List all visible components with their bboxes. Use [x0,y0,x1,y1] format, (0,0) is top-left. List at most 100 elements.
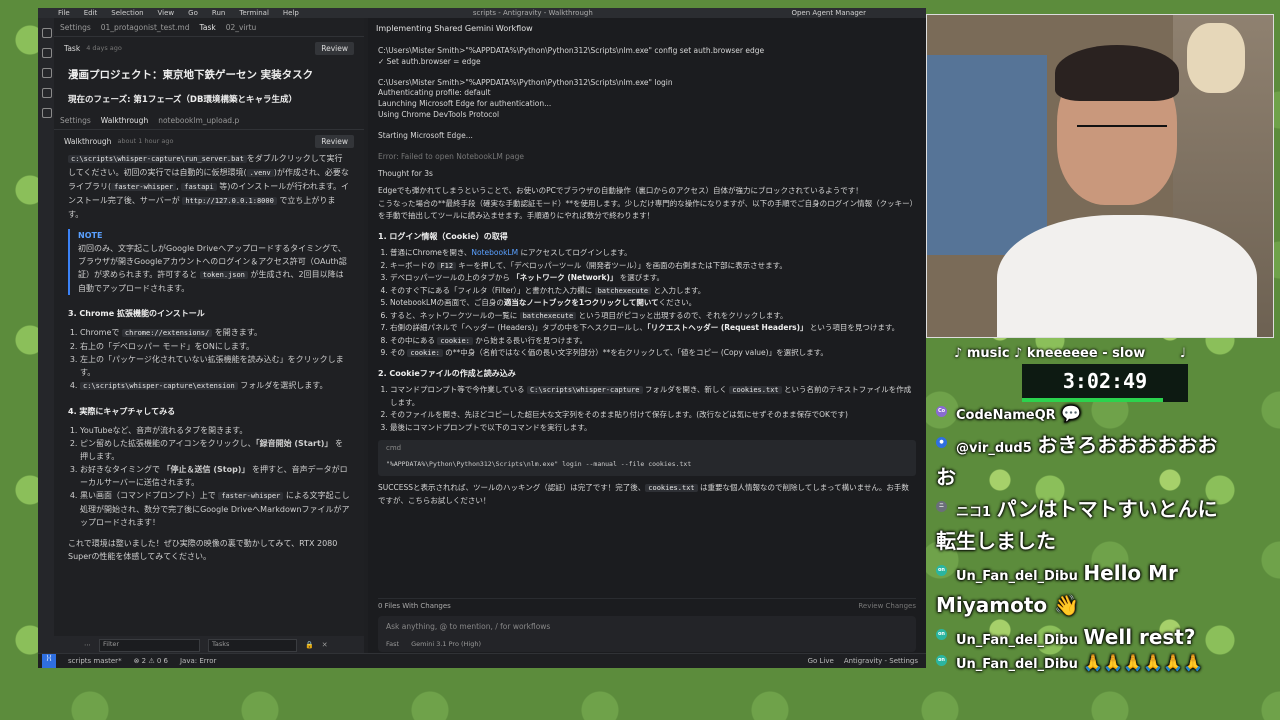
lock-icon[interactable]: 🔒 [305,641,314,649]
terminal-line: Error: Failed to open NotebookLM page [378,151,525,161]
closing-text: これで環境は整いました！ぜひ実際の映像の裏で動かしてみて、RTX 2080 Su… [68,539,338,561]
user-badge: on [936,655,947,666]
list-item: その中にある cookie: から始まる長い行を見つけます。 [390,335,916,348]
tab-task[interactable]: Task [200,23,216,32]
tab-protagonist[interactable]: 01_protagonist_test.md [101,23,190,32]
filter-input[interactable]: Filter [99,638,200,652]
search-icon[interactable] [42,48,52,58]
tab-walkthrough[interactable]: Walkthrough [101,116,148,125]
command-text[interactable]: "%APPDATA%\Python\Python312\Scripts\nlm.… [386,460,908,468]
user-badge: on [936,629,947,640]
tab-virtu[interactable]: 02_virtu [226,23,257,32]
music-title: ♪ music ♪ kneeeeee - slow [954,346,1146,361]
review-changes-button[interactable]: Review Changes [858,602,916,610]
problems-status[interactable]: ⊗ 2 ⚠ 0 6 [134,657,168,665]
list-item: すると、ネットワークツールの一覧に batchexecute という項目がピコッ… [390,310,916,323]
thought-label[interactable]: Thought for 3s [378,169,916,180]
doc-phase: 現在のフェーズ: 第1フェーズ（DB環境構築とキャラ生成） [68,95,297,105]
mode-select[interactable]: Fast [386,640,399,648]
cookie-heading: 1. ログイン情報（Cookie）の取得 [378,231,508,241]
note-callout: NOTE 初回のみ、文字起こしがGoogle Driveへアップロードするタイミ… [68,229,350,295]
walkthrough-header: Walkthrough about 1 hour ago Review [54,130,364,152]
menu-terminal[interactable]: Terminal [239,9,269,17]
walkthrough-time: about 1 hour ago [117,137,174,145]
code: cookies.txt [645,484,698,493]
menu-selection[interactable]: Selection [111,9,143,17]
text: SUCCESSと表示されれば、ツールのハッキング（認証）は完了です！完了後、 [378,483,646,493]
text: にアクセスしてログインします。 [518,248,632,258]
text: 黒い画面（コマンドプロンプト）上で [80,491,219,500]
remote-icon[interactable]: ⟩⟨ [42,654,56,668]
tab-settings[interactable]: Settings [60,23,91,32]
agent-response: Thought for 3s Edgeでも弾かれてしまうということで、お使いのP… [378,169,916,435]
chat-message: ニ ニコ1 パンはトマトすいとんに転生しました [936,493,1236,557]
close-icon[interactable]: ✕ [322,641,328,649]
text: ピン留めした拡張機能のアイコンをクリックし、 [80,439,256,448]
task-doc: 漫画プロジェクト：東京地下鉄ゲーセン 実装タスク 現在のフェーズ: 第1フェーズ… [54,69,364,107]
terminal-line: Authenticating profile: default [378,88,491,98]
walkthrough-review-button[interactable]: Review [315,134,354,148]
java-status[interactable]: Java: Error [180,657,216,665]
extensions-icon[interactable] [42,108,52,118]
antigravity-settings[interactable]: Antigravity - Settings [844,657,918,665]
chat-message: ● @vir_dud5 おきろおおおおおおお [936,429,1236,493]
text: その中にある [390,335,438,345]
cookie-steps: 普通にChromeを開き、NotebookLM にアクセスしてログインします。 … [378,247,916,360]
code: batchexecute [594,286,652,295]
text: フォルダを選択します。 [237,381,328,390]
chat-username: Un_Fan_del_Dibu [956,657,1078,672]
streamer-shirt [997,215,1257,337]
capture-list: YouTubeなど、音声が流れるタブを開きます。 ピン留めした拡張機能のアイコン… [68,424,350,529]
tab-notebooklm-upload[interactable]: notebooklm_upload.p [158,116,239,125]
open-agent-manager-button[interactable]: Open Agent Manager [791,9,866,17]
command-label: cmd [386,444,402,453]
menu-edit[interactable]: Edit [84,9,98,17]
files-changed[interactable]: 0 Files With Changes [378,602,451,610]
menu-file[interactable]: File [58,9,70,17]
model-select[interactable]: Gemini 3.1 Pro (High) [411,640,481,648]
explorer-icon[interactable] [42,28,52,38]
chat-emote: 💬 [1061,404,1082,423]
user-badge: ニ [936,501,947,512]
notebooklm-link[interactable]: NotebookLM [471,248,518,257]
menu-run[interactable]: Run [212,9,225,17]
text: そのすぐ下にある「フィルタ（Filter）」と書かれた入力欄に [390,285,595,295]
capture-heading: 4. 実際にキャプチャしてみる [68,407,176,416]
code: batchexecute [519,311,577,320]
chat-username: ニコ1 [956,505,992,520]
list-item: 左上の「パッケージ化されていない拡張機能を読み込む」をクリックします。 [80,353,350,379]
task-review-button[interactable]: Review [315,41,354,55]
list-item: そのすぐ下にある「フィルタ（Filter）」と書かれた入力欄に batchexe… [390,285,916,298]
webcam-overlay [926,14,1274,338]
go-live-button[interactable]: Go Live [808,657,834,665]
teddy-bear [1187,23,1245,93]
list-item: 黒い画面（コマンドプロンプト）上で faster-whisper による文字起こ… [80,489,350,529]
walkthrough-title: Walkthrough [64,136,112,146]
list-item: キーボードの F12 キーを押して、「デベロッパーツール（開発者ツール）」を画面… [390,260,916,273]
menu-help[interactable]: Help [283,9,299,17]
branch-status[interactable]: scripts master* [68,657,122,665]
list-item: Chromeで chrome://extensions/ を開きます。 [80,326,350,340]
ide-window: File Edit Selection View Go Run Terminal… [38,8,926,668]
more-icon[interactable]: ⋯ [84,641,91,649]
chat-username: CodeNameQR [956,408,1056,423]
menu-go[interactable]: Go [188,9,198,17]
terminal-line: Starting Microsoft Edge... [378,130,473,140]
source-control-icon[interactable] [42,68,52,78]
menu-view[interactable]: View [158,9,175,17]
tab-settings-2[interactable]: Settings [60,116,91,125]
text: ください。 [658,298,697,308]
venv-code: .venv [246,169,274,177]
text: 適当なノートブックを1つクリックして開いて [503,298,659,308]
list-item: 普通にChromeを開き、NotebookLM にアクセスしてログインします。 [390,247,916,260]
tasks-select[interactable]: Tasks [208,638,297,652]
walk-tab-row: Settings Walkthrough notebooklm_upload.p [54,111,364,130]
code: C:\scripts\whisper-capture [526,386,643,395]
chat-input[interactable]: Ask anything, @ to mention, / for workfl… [378,616,916,652]
code: chrome://extensions/ [121,329,213,337]
changes-bar: 0 Files With Changes Review Changes [378,598,916,613]
text: 「ネットワーク (Network)」 [512,273,618,283]
terminal-line: Using Chrome DevTools Protocol [378,109,500,119]
run-debug-icon[interactable] [42,88,52,98]
